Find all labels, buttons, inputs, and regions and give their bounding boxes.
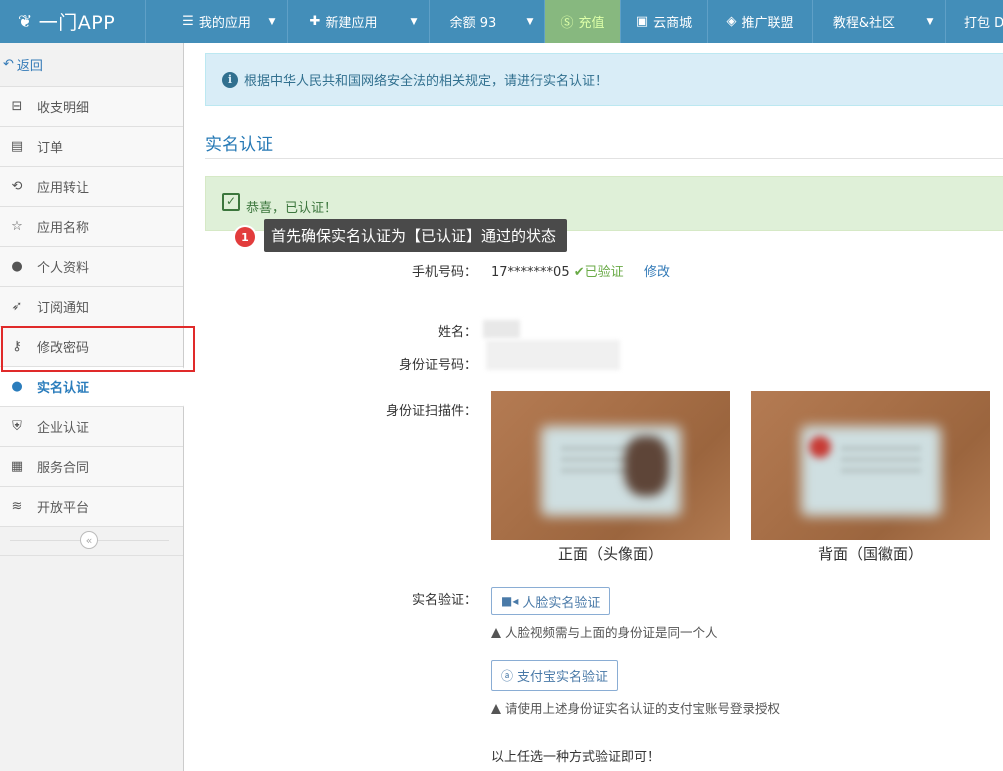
id-number-label: 身份证号码： [398,358,477,373]
video-camera-icon: ■◂ [501,594,519,608]
caret-down-icon: ▼ [926,16,934,27]
shield-icon: ⛨ [12,419,22,434]
nav-affiliate[interactable]: ◈ 推广联盟 [707,0,812,43]
key-icon: ⚷ [12,339,22,354]
sidebar-item-real-name-auth[interactable]: ● 实名认证 [0,367,195,407]
brand-logo[interactable]: ❦ 一门APP [0,0,145,43]
collapse-sidebar-button[interactable]: « [80,531,98,549]
transfer-icon: ⟲ [11,179,23,194]
info-icon: i [222,71,238,88]
nav-balance[interactable]: 余额 93 [429,0,516,43]
phone-row: 17*******05 ✔已验证 修改 [491,261,670,280]
reply-arrow-icon: ↶ [3,57,14,72]
caret-down-icon: ▼ [268,16,276,27]
sidebar-item-service-contract[interactable]: ▦ 服务合同 [0,447,183,487]
caret-down-icon: ▼ [410,16,418,27]
sidebar-item-app-transfer[interactable]: ⟲ 应用转让 [0,167,183,207]
shop-icon: ▣ [635,14,649,29]
user-check-icon: ● [11,379,23,394]
new-app-dropdown-toggle[interactable]: ▼ [399,0,429,43]
ledger-icon: ⊟ [11,99,23,114]
edit-phone-link[interactable]: 修改 [644,265,670,280]
contract-icon: ▦ [10,459,24,474]
back-link[interactable]: ↶ 返回 [0,43,183,87]
check-square-icon: ✓ [222,193,240,211]
page-title: 实名认证 [205,135,273,155]
warning-icon [491,704,501,714]
notice-alert: i 根据中华人民共和国网络安全法的相关规定，请进行实名认证！ [205,53,1003,106]
brand-name: 一门APP [38,12,116,34]
guide-tooltip: 首先确保实名认证为【已认证】通过的状态 [264,219,568,252]
caret-down-icon: ▼ [526,16,534,27]
sidebar-item-notifications[interactable]: ➶ 订阅通知 [0,287,183,327]
check-icon: ✔ [573,265,585,280]
name-value-redacted [483,320,520,338]
sidebar-item-app-name[interactable]: ☆ 应用名称 [0,207,183,247]
sidebar-item-orders[interactable]: ▤ 订单 [0,127,183,167]
phone-value: 17*******05 [491,265,570,280]
nav-package[interactable]: 打包 D [945,0,1003,43]
my-apps-dropdown-toggle[interactable]: ▼ [257,0,287,43]
alipay-verify-button[interactable]: ⓐ 支付宝实名验证 [491,660,619,691]
balance-dropdown-toggle[interactable]: ▼ [516,0,544,43]
face-warning: 人脸视频需与上面的身份证是同一个人 [491,622,718,641]
id-scan-label: 身份证扫描件： [385,404,477,419]
front-caption: 正面（头像面） [557,545,663,563]
footer-note: 以上任选一种方式验证即可！ [491,750,661,765]
id-card-back-image[interactable] [751,391,990,540]
sidebar-collapse-row: « [0,527,183,556]
verify-label: 实名验证： [411,593,477,608]
back-caption: 背面（国徽面） [817,545,923,563]
step-badge: 1 [235,227,255,247]
plus-icon: ✚ [309,14,321,29]
warning-icon [491,628,501,638]
top-navbar: ❦ 一门APP ☰ 我的应用 ▼ ✚ 新建应用 ▼ 余额 93 ▼ Ⓢ 充值 ▣… [0,0,1003,43]
nav-recharge[interactable]: Ⓢ 充值 [544,0,620,43]
leaf-icon: ❦ [18,11,33,32]
nav-tutorial-community[interactable]: 教程&社区 [812,0,915,43]
sidebar-item-enterprise-auth[interactable]: ⛨ 企业认证 [0,407,183,447]
alipay-warning: 请使用上述身份证实名认证的支付宝账号登录授权 [491,698,780,717]
sidebar-item-change-password[interactable]: ⚷ 修改密码 [0,327,183,367]
list-icon: ☰ [182,14,194,29]
nav-new-app[interactable]: ✚ 新建应用 [287,0,399,43]
layers-icon: ≋ [11,499,23,514]
sidebar-item-profile[interactable]: ● 个人资料 [0,247,183,287]
sidebar-item-open-platform[interactable]: ≋ 开放平台 [0,487,183,527]
phone-label: 手机号码： [411,265,477,280]
tutorial-dropdown-toggle[interactable]: ▼ [915,0,945,43]
divider [205,158,1003,159]
diamond-icon: ◈ [726,14,737,29]
id-card-front-image[interactable] [491,391,730,540]
face-verify-button[interactable]: ■◂ 人脸实名验证 [491,587,611,615]
paper-plane-icon: ➶ [11,299,23,314]
sidebar: ↶ 返回 ⊟ 收支明细 ▤ 订单 ⟲ 应用转让 ☆ 应用名称 ● 个人资料 ➶ … [0,43,195,771]
name-label: 姓名： [437,325,477,340]
order-icon: ▤ [10,139,24,154]
id-number-redacted [486,340,620,370]
verified-status: 已验证 [584,265,624,280]
alipay-icon: ⓐ [501,669,514,683]
user-icon: ● [11,259,23,274]
sidebar-item-transactions[interactable]: ⊟ 收支明细 [0,87,183,127]
star-doc-icon: ☆ [11,219,23,234]
nav-cloud-shop[interactable]: ▣ 云商城 [620,0,707,43]
yen-circle-icon: Ⓢ [560,16,574,31]
